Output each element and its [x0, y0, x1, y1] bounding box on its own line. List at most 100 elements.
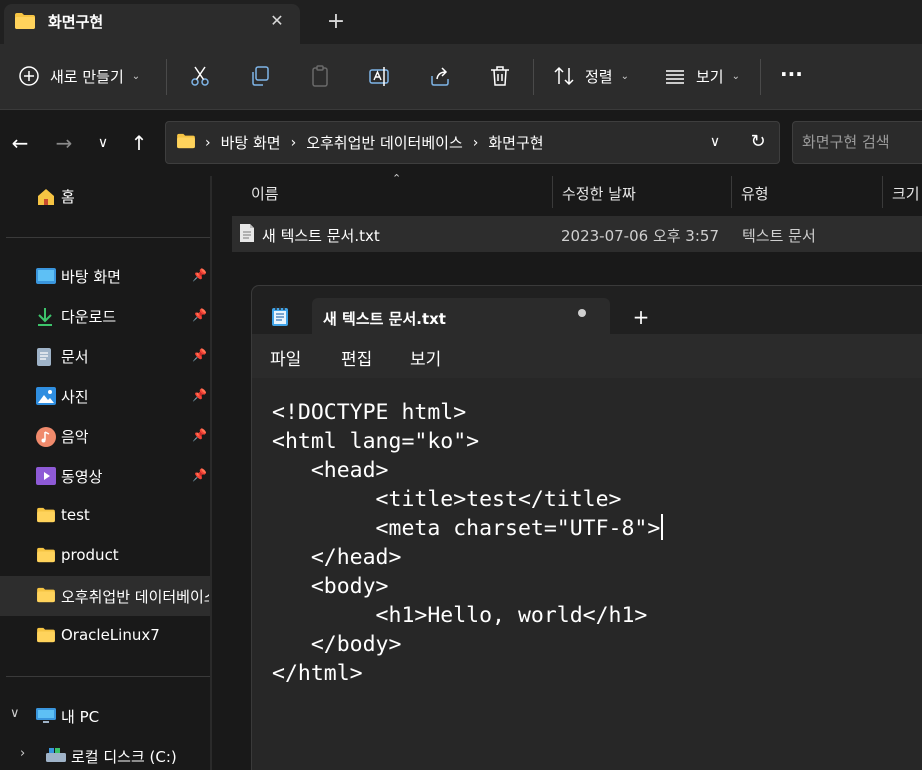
pin-icon[interactable]: 📌 — [192, 428, 207, 442]
sidebar-item-label: 음악 — [61, 428, 89, 446]
sidebar-item-music[interactable]: 음악 📌 — [0, 416, 210, 456]
view-button[interactable]: 보기 ⌄ — [664, 60, 740, 92]
chevron-down-icon[interactable]: ∨ — [10, 706, 20, 721]
sidebar-item-documents[interactable]: 문서 📌 — [0, 336, 210, 376]
code-line: <body> — [272, 574, 389, 599]
sort-ascending-icon: ⌃ — [392, 172, 402, 185]
sidebar-item-home[interactable]: 홈 — [0, 176, 210, 216]
sidebar-item-label: 동영상 — [61, 468, 103, 486]
chevron-down-icon: ⌄ — [731, 70, 740, 82]
pin-icon[interactable]: 📌 — [192, 468, 207, 482]
refresh-icon[interactable]: ↻ — [745, 129, 771, 155]
column-divider[interactable] — [731, 176, 732, 208]
divider — [760, 59, 761, 95]
sidebar-item-desktop[interactable]: 바탕 화면 📌 — [0, 256, 210, 296]
breadcrumb-item[interactable]: 오후취업반 데이터베이스 — [306, 132, 463, 153]
sidebar-item-label: 내 PC — [61, 708, 100, 726]
sidebar-item-local-disk[interactable]: › 로컬 디스크 (C:) — [0, 736, 210, 770]
code-line: </body> — [272, 632, 402, 657]
sort-label: 정렬 — [585, 67, 613, 86]
column-divider[interactable] — [882, 176, 883, 208]
share-icon[interactable] — [428, 64, 452, 92]
file-name: 새 텍스트 문서.txt — [262, 227, 380, 245]
sidebar-item-product[interactable]: product — [0, 536, 210, 576]
sidebar-item-oraclelinux7[interactable]: OracleLinux7 — [0, 616, 210, 656]
folder-icon — [36, 507, 55, 525]
back-arrow-icon[interactable]: ← — [6, 129, 34, 157]
menu-file[interactable]: 파일 — [270, 345, 301, 370]
code-line: <h1>Hello, world</h1> — [272, 603, 648, 628]
plus-circle-icon — [19, 66, 39, 86]
paste-icon[interactable] — [308, 64, 332, 92]
chevron-right-icon: › — [205, 134, 211, 151]
chevron-down-icon: ⌄ — [131, 70, 141, 82]
search-input[interactable] — [802, 133, 920, 151]
chevron-right-icon[interactable]: › — [20, 746, 25, 761]
code-line-with-cursor: <meta charset="UTF-8"> — [272, 514, 663, 543]
folder-icon — [36, 547, 55, 565]
column-header-name[interactable]: 이름 — [251, 183, 279, 204]
code-line: <title>test</title> — [272, 487, 622, 512]
column-header-size[interactable]: 크기 — [892, 183, 920, 204]
pictures-icon — [36, 387, 56, 405]
sidebar-item-downloads[interactable]: 다운로드 📌 — [0, 296, 210, 336]
menu-edit[interactable]: 편집 — [341, 345, 372, 370]
pin-icon[interactable]: 📌 — [192, 388, 207, 402]
sidebar-scrollbar[interactable] — [210, 176, 212, 770]
code-line: <head> — [272, 458, 389, 483]
code-line: </head> — [272, 545, 402, 570]
code-line: <!DOCTYPE html> — [272, 400, 467, 425]
desktop-icon — [36, 267, 56, 285]
up-arrow-icon[interactable]: ↑ — [125, 129, 153, 157]
new-tab-button[interactable]: + — [324, 10, 348, 34]
notepad-icon — [270, 305, 290, 331]
forward-arrow-icon[interactable]: → — [50, 129, 78, 157]
music-icon — [36, 427, 56, 447]
column-divider[interactable] — [552, 176, 553, 208]
text-file-icon — [239, 223, 255, 247]
cut-icon[interactable] — [188, 64, 212, 92]
sidebar-item-label: OracleLinux7 — [61, 626, 160, 644]
new-button[interactable]: 새로 만들기 ⌄ — [18, 60, 140, 92]
sidebar-item-database[interactable]: 오후취업반 데이터베이스 — [0, 576, 210, 616]
divider — [6, 676, 210, 677]
chevron-down-icon[interactable]: ∨ — [704, 131, 726, 153]
divider — [6, 237, 210, 238]
sidebar-item-this-pc[interactable]: ∨ 내 PC — [0, 696, 210, 736]
delete-icon[interactable] — [488, 64, 512, 92]
sidebar-item-label: product — [61, 546, 119, 564]
tab-title: 화면구현 — [48, 13, 104, 31]
sidebar-item-videos[interactable]: 동영상 📌 — [0, 456, 210, 496]
code-line: </html> — [272, 661, 363, 686]
column-header-type[interactable]: 유형 — [741, 183, 769, 204]
more-options-button[interactable]: ··· — [780, 58, 803, 90]
sort-button[interactable]: 정렬 ⌄ — [553, 60, 629, 92]
close-icon[interactable]: ✕ — [266, 10, 288, 32]
divider — [166, 59, 167, 95]
menu-view[interactable]: 보기 — [410, 345, 441, 370]
text-cursor — [661, 514, 663, 540]
breadcrumb-item[interactable]: 화면구현 — [488, 132, 543, 153]
code-line: <meta charset="UTF-8"> — [272, 516, 661, 541]
breadcrumb-item[interactable]: 바탕 화면 — [221, 132, 281, 153]
pin-icon[interactable]: 📌 — [192, 268, 207, 282]
folder-icon — [36, 587, 55, 605]
notepad-new-tab-button[interactable]: + — [630, 305, 652, 329]
pin-icon[interactable]: 📌 — [192, 348, 207, 362]
sidebar-item-label: 바탕 화면 — [61, 268, 121, 286]
sidebar-item-pictures[interactable]: 사진 📌 — [0, 376, 210, 416]
breadcrumb: › 바탕 화면 › 오후취업반 데이터베이스 › 화면구현 — [205, 132, 544, 153]
folder-icon — [36, 627, 55, 645]
sidebar-item-label: test — [61, 506, 90, 524]
folder-icon — [14, 12, 36, 34]
rename-icon[interactable] — [368, 64, 392, 92]
folder-icon — [176, 133, 196, 153]
pin-icon[interactable]: 📌 — [192, 308, 207, 322]
column-header-modified[interactable]: 수정한 날짜 — [562, 183, 636, 204]
sidebar-item-label: 사진 — [61, 388, 89, 406]
recent-locations-chevron-icon[interactable]: ∨ — [89, 129, 117, 157]
copy-icon[interactable] — [248, 64, 272, 92]
sidebar-item-test[interactable]: test — [0, 496, 210, 536]
home-icon — [36, 187, 54, 205]
unsaved-dot-icon[interactable] — [578, 309, 586, 317]
